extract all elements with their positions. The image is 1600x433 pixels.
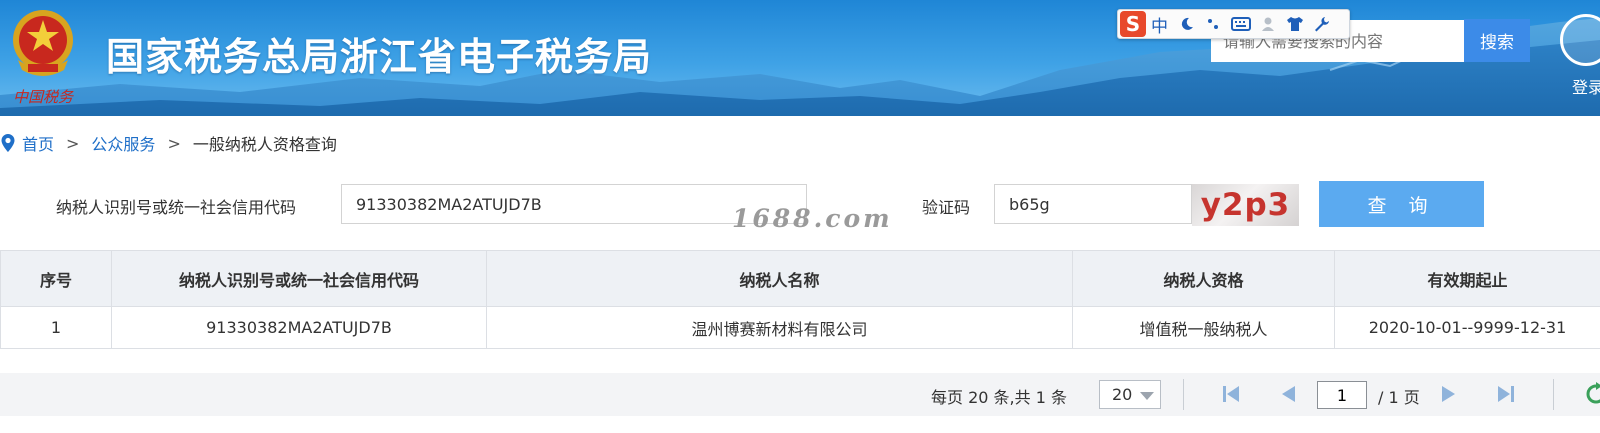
breadcrumb: 首页 > 公众服务 > 一般纳税人资格查询 xyxy=(0,130,337,156)
table-header-row: 序号 纳税人识别号或统一社会信用代码 纳税人名称 纳税人资格 有效期起止 xyxy=(0,250,1600,307)
tax-emblem-logo: 中国税务 xyxy=(6,4,80,108)
sogou-logo-icon[interactable]: S xyxy=(1120,11,1146,37)
first-page-icon[interactable] xyxy=(1219,382,1243,406)
query-button[interactable]: 查 询 xyxy=(1319,181,1484,227)
user-avatar-icon[interactable] xyxy=(1560,14,1600,66)
captcha-input[interactable] xyxy=(994,184,1192,224)
column-header: 纳税人资格 xyxy=(1072,250,1335,307)
previous-page-icon[interactable] xyxy=(1276,382,1300,406)
row-taxpayer-id: 91330382MA2ATUJD7B xyxy=(111,306,487,349)
chevron-down-icon xyxy=(1140,392,1154,400)
current-page-input[interactable] xyxy=(1317,381,1367,409)
ime-toolbar[interactable]: S 中 xyxy=(1117,9,1350,39)
breadcrumb-separator: > xyxy=(167,133,181,153)
page-size-value: 20 xyxy=(1112,385,1133,404)
breadcrumb-current: 一般纳税人资格查询 xyxy=(192,135,337,154)
pager-summary: 每页 20 条,共 1 条 xyxy=(931,388,1067,407)
search-button[interactable]: 搜索 xyxy=(1464,19,1530,62)
pager-divider xyxy=(1553,379,1554,410)
breadcrumb-public-service[interactable]: 公众服务 xyxy=(91,131,155,155)
keyboard-icon[interactable] xyxy=(1227,11,1254,37)
breadcrumb-separator: > xyxy=(66,133,80,153)
moon-icon[interactable] xyxy=(1173,11,1200,37)
user-icon[interactable] xyxy=(1254,11,1281,37)
site-title: 国家税务总局浙江省电子税务局 xyxy=(106,35,653,79)
row-index: 1 xyxy=(0,306,112,349)
svg-text:中国税务: 中国税务 xyxy=(13,88,75,106)
page-size-select[interactable]: 20 xyxy=(1099,380,1161,409)
site-header: 中国税务 国家税务总局浙江省电子税务局 搜索 S 中 登录 xyxy=(0,0,1600,116)
column-header: 纳税人识别号或统一社会信用代码 xyxy=(111,250,487,307)
pager-divider xyxy=(1183,379,1184,410)
next-page-icon[interactable] xyxy=(1437,382,1461,406)
row-qualification: 增值税一般纳税人 xyxy=(1072,306,1335,349)
punctuation-icon[interactable] xyxy=(1200,11,1227,37)
captcha-label: 验证码 xyxy=(922,198,971,217)
last-page-icon[interactable] xyxy=(1494,382,1518,406)
wrench-icon[interactable] xyxy=(1308,11,1335,37)
taxpayer-id-label: 纳税人识别号或统一社会信用代码 xyxy=(56,198,297,217)
login-link[interactable]: 登录 xyxy=(1560,14,1600,97)
row-taxpayer-name: 温州博赛新材料有限公司 xyxy=(486,306,1073,349)
captcha-image-text: y2p3 xyxy=(1200,187,1291,223)
breadcrumb-home[interactable]: 首页 xyxy=(22,131,54,155)
location-pin-icon xyxy=(1,134,15,152)
results-table: 序号 纳税人识别号或统一社会信用代码 纳税人名称 纳税人资格 有效期起止 1 9… xyxy=(0,250,1600,349)
ime-mode-chinese[interactable]: 中 xyxy=(1146,11,1173,37)
login-label[interactable]: 登录 xyxy=(1572,74,1600,98)
column-header: 序号 xyxy=(0,250,112,307)
shirt-icon[interactable] xyxy=(1281,11,1308,37)
refresh-icon[interactable] xyxy=(1584,382,1600,406)
column-header: 有效期起止 xyxy=(1334,250,1600,307)
column-header: 纳税人名称 xyxy=(486,250,1073,307)
total-pages-text: / 1 页 xyxy=(1378,388,1420,407)
row-validity-period: 2020-10-01--9999-12-31 xyxy=(1334,306,1600,349)
captcha-image[interactable]: y2p3 xyxy=(1192,184,1299,226)
pagination-bar: 每页 20 条,共 1 条 20 / 1 页 xyxy=(0,373,1600,416)
watermark: 1688.com xyxy=(732,204,893,233)
table-row[interactable]: 1 91330382MA2ATUJD7B 温州博赛新材料有限公司 增值税一般纳税… xyxy=(0,306,1600,349)
